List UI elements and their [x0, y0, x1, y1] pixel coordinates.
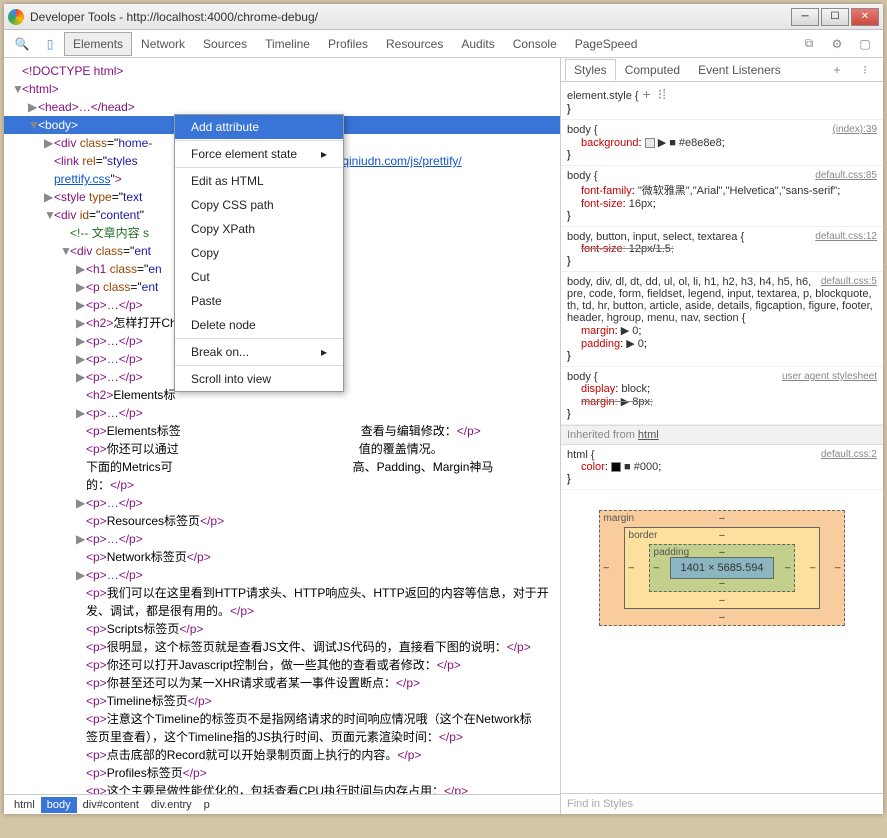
ctx-copy[interactable]: Copy — [175, 241, 343, 265]
find-in-styles[interactable]: Find in Styles — [561, 793, 883, 814]
dom-node[interactable]: 签页里查看），这个Timeline指的JS执行时间、页面元素渲染时间：</p> — [4, 728, 560, 746]
dom-node[interactable]: <p>我们可以在这里看到HTTP请求头、HTTP响应头、HTTP返回的内容等信息… — [4, 584, 560, 602]
chrome-icon — [8, 9, 24, 25]
gear-icon[interactable]: ⚙ — [829, 36, 845, 52]
ctx-copy-xpath[interactable]: Copy XPath — [175, 217, 343, 241]
dom-node[interactable]: 的：</p> — [4, 476, 560, 494]
ctx-paste[interactable]: Paste — [175, 289, 343, 313]
dock-icon[interactable]: ▢ — [857, 36, 873, 52]
dom-node[interactable]: 下面的Metrics可高、Padding、Margin神马 — [4, 458, 560, 476]
inherited-header: Inherited from html — [561, 425, 883, 445]
dom-node[interactable]: ▶<p>…</p> — [4, 566, 560, 584]
dom-node[interactable]: ▶<p>…</p> — [4, 494, 560, 512]
tab-profiles[interactable]: Profiles — [319, 32, 377, 56]
dom-node[interactable]: <p>Network标签页</p> — [4, 548, 560, 566]
dom-node[interactable]: ▼<html> — [4, 80, 560, 98]
drawer-icon[interactable]: ⧉ — [801, 36, 817, 52]
dom-node[interactable]: 发、调试，都是很有用的。</p> — [4, 602, 560, 620]
tab-console[interactable]: Console — [504, 32, 566, 56]
dom-node[interactable]: <p>Resources标签页</p> — [4, 512, 560, 530]
box-model: margin––––border––––padding––––1401 × 56… — [561, 490, 883, 646]
crumb-div-content[interactable]: div#content — [77, 797, 145, 813]
dom-node[interactable]: <p>你还可以通过值的覆盖情况。 — [4, 440, 560, 458]
tab-network[interactable]: Network — [132, 32, 194, 56]
ctx-cut[interactable]: Cut — [175, 265, 343, 289]
styles-tabs: StylesComputedEvent Listeners + ⁝ — [561, 58, 883, 82]
ctx-break-on-[interactable]: Break on...▸ — [175, 340, 343, 364]
dom-node[interactable]: <p>Profiles标签页</p> — [4, 764, 560, 782]
css-rule[interactable]: default.css:5body, div, dl, dt, dd, ul, … — [561, 272, 883, 367]
dom-node[interactable]: ▶<p>…</p> — [4, 404, 560, 422]
styles-tab-styles[interactable]: Styles — [565, 59, 616, 81]
ctx-force-element-state[interactable]: Force element state▸ — [175, 142, 343, 166]
ctx-scroll-into-view[interactable]: Scroll into view — [175, 367, 343, 391]
dom-node[interactable]: <p>Timeline标签页</p> — [4, 692, 560, 710]
context-menu: Add attribute Force element state▸ Edit as… — [174, 114, 344, 392]
tab-audits[interactable]: Audits — [452, 32, 503, 56]
dom-node[interactable]: <p>点击底部的Record就可以开始录制页面上执行的内容。</p> — [4, 746, 560, 764]
tab-resources[interactable]: Resources — [377, 32, 452, 56]
breadcrumb: htmlbodydiv#contentdiv.entryp — [4, 794, 560, 814]
dom-node[interactable]: <p>Scripts标签页</p> — [4, 620, 560, 638]
maximize-button[interactable]: ☐ — [821, 8, 849, 26]
crumb-p[interactable]: p — [198, 797, 216, 813]
hover-state-icon[interactable]: ⁝⁞ — [658, 86, 666, 102]
css-rule[interactable]: default.css:2html {color: ■ #000;} — [561, 445, 883, 490]
toggle-state-icon[interactable]: ⁝ — [857, 62, 873, 78]
window-title: Developer Tools - http://localhost:4000/… — [30, 10, 789, 24]
dom-node[interactable]: <p>你还可以打开Javascript控制台，做一些其他的查看或者修改：</p> — [4, 656, 560, 674]
crumb-body[interactable]: body — [41, 797, 77, 813]
dom-node[interactable]: <!DOCTYPE html> — [4, 62, 560, 80]
css-rule[interactable]: user agent stylesheetbody {display: bloc… — [561, 367, 883, 425]
crumb-html[interactable]: html — [8, 797, 41, 813]
tab-sources[interactable]: Sources — [194, 32, 256, 56]
tab-pagespeed[interactable]: PageSpeed — [566, 32, 647, 56]
css-rule[interactable]: default.css:12body, button, input, selec… — [561, 227, 883, 272]
new-rule-icon[interactable]: + — [829, 62, 845, 78]
tab-timeline[interactable]: Timeline — [256, 32, 319, 56]
devtools-toolbar: 🔍 ▯ ElementsNetworkSourcesTimelineProfil… — [4, 30, 883, 58]
dom-node[interactable]: <p>这个主要是做性能优化的，包括查看CPU执行时间与内存占用：</p> — [4, 782, 560, 794]
titlebar: Developer Tools - http://localhost:4000/… — [4, 4, 883, 30]
search-icon[interactable]: 🔍 — [14, 36, 30, 52]
add-property-icon[interactable]: + — [643, 86, 651, 102]
styles-tab-computed[interactable]: Computed — [616, 59, 689, 81]
dom-node[interactable]: <p>很明显，这个标签页就是查看JS文件、调试JS代码的，直接看下图的说明：</… — [4, 638, 560, 656]
tab-elements[interactable]: Elements — [64, 32, 132, 56]
crumb-div-entry[interactable]: div.entry — [145, 797, 198, 813]
ctx-delete-node[interactable]: Delete node — [175, 313, 343, 337]
ctx-copy-css-path[interactable]: Copy CSS path — [175, 193, 343, 217]
styles-pane[interactable]: element.style {+ ⁝⁞}(index):39body {back… — [561, 82, 883, 793]
device-icon[interactable]: ▯ — [42, 36, 58, 52]
dom-node[interactable]: <p>注意这个Timeline的标签页不是指网络请求的时间响应情况哦（这个在Ne… — [4, 710, 560, 728]
css-rule[interactable]: element.style {+ ⁝⁞} — [561, 82, 883, 120]
dom-node[interactable]: <p>Elements标签查看与编辑修改：</p> — [4, 422, 560, 440]
minimize-button[interactable]: ─ — [791, 8, 819, 26]
dom-node[interactable]: ▶<p>…</p> — [4, 530, 560, 548]
close-button[interactable]: ✕ — [851, 8, 879, 26]
dom-node[interactable]: <p>你甚至还可以为某一XHR请求或者某一事件设置断点：</p> — [4, 674, 560, 692]
css-rule[interactable]: (index):39body {background: ▶ ■ #e8e8e8;… — [561, 120, 883, 166]
ctx-add-attribute[interactable]: Add attribute — [175, 115, 343, 139]
styles-tab-event-listeners[interactable]: Event Listeners — [689, 59, 790, 81]
ctx-edit-as-html[interactable]: Edit as HTML — [175, 169, 343, 193]
css-rule[interactable]: default.css:85body {font-family: "微软雅黑",… — [561, 166, 883, 227]
